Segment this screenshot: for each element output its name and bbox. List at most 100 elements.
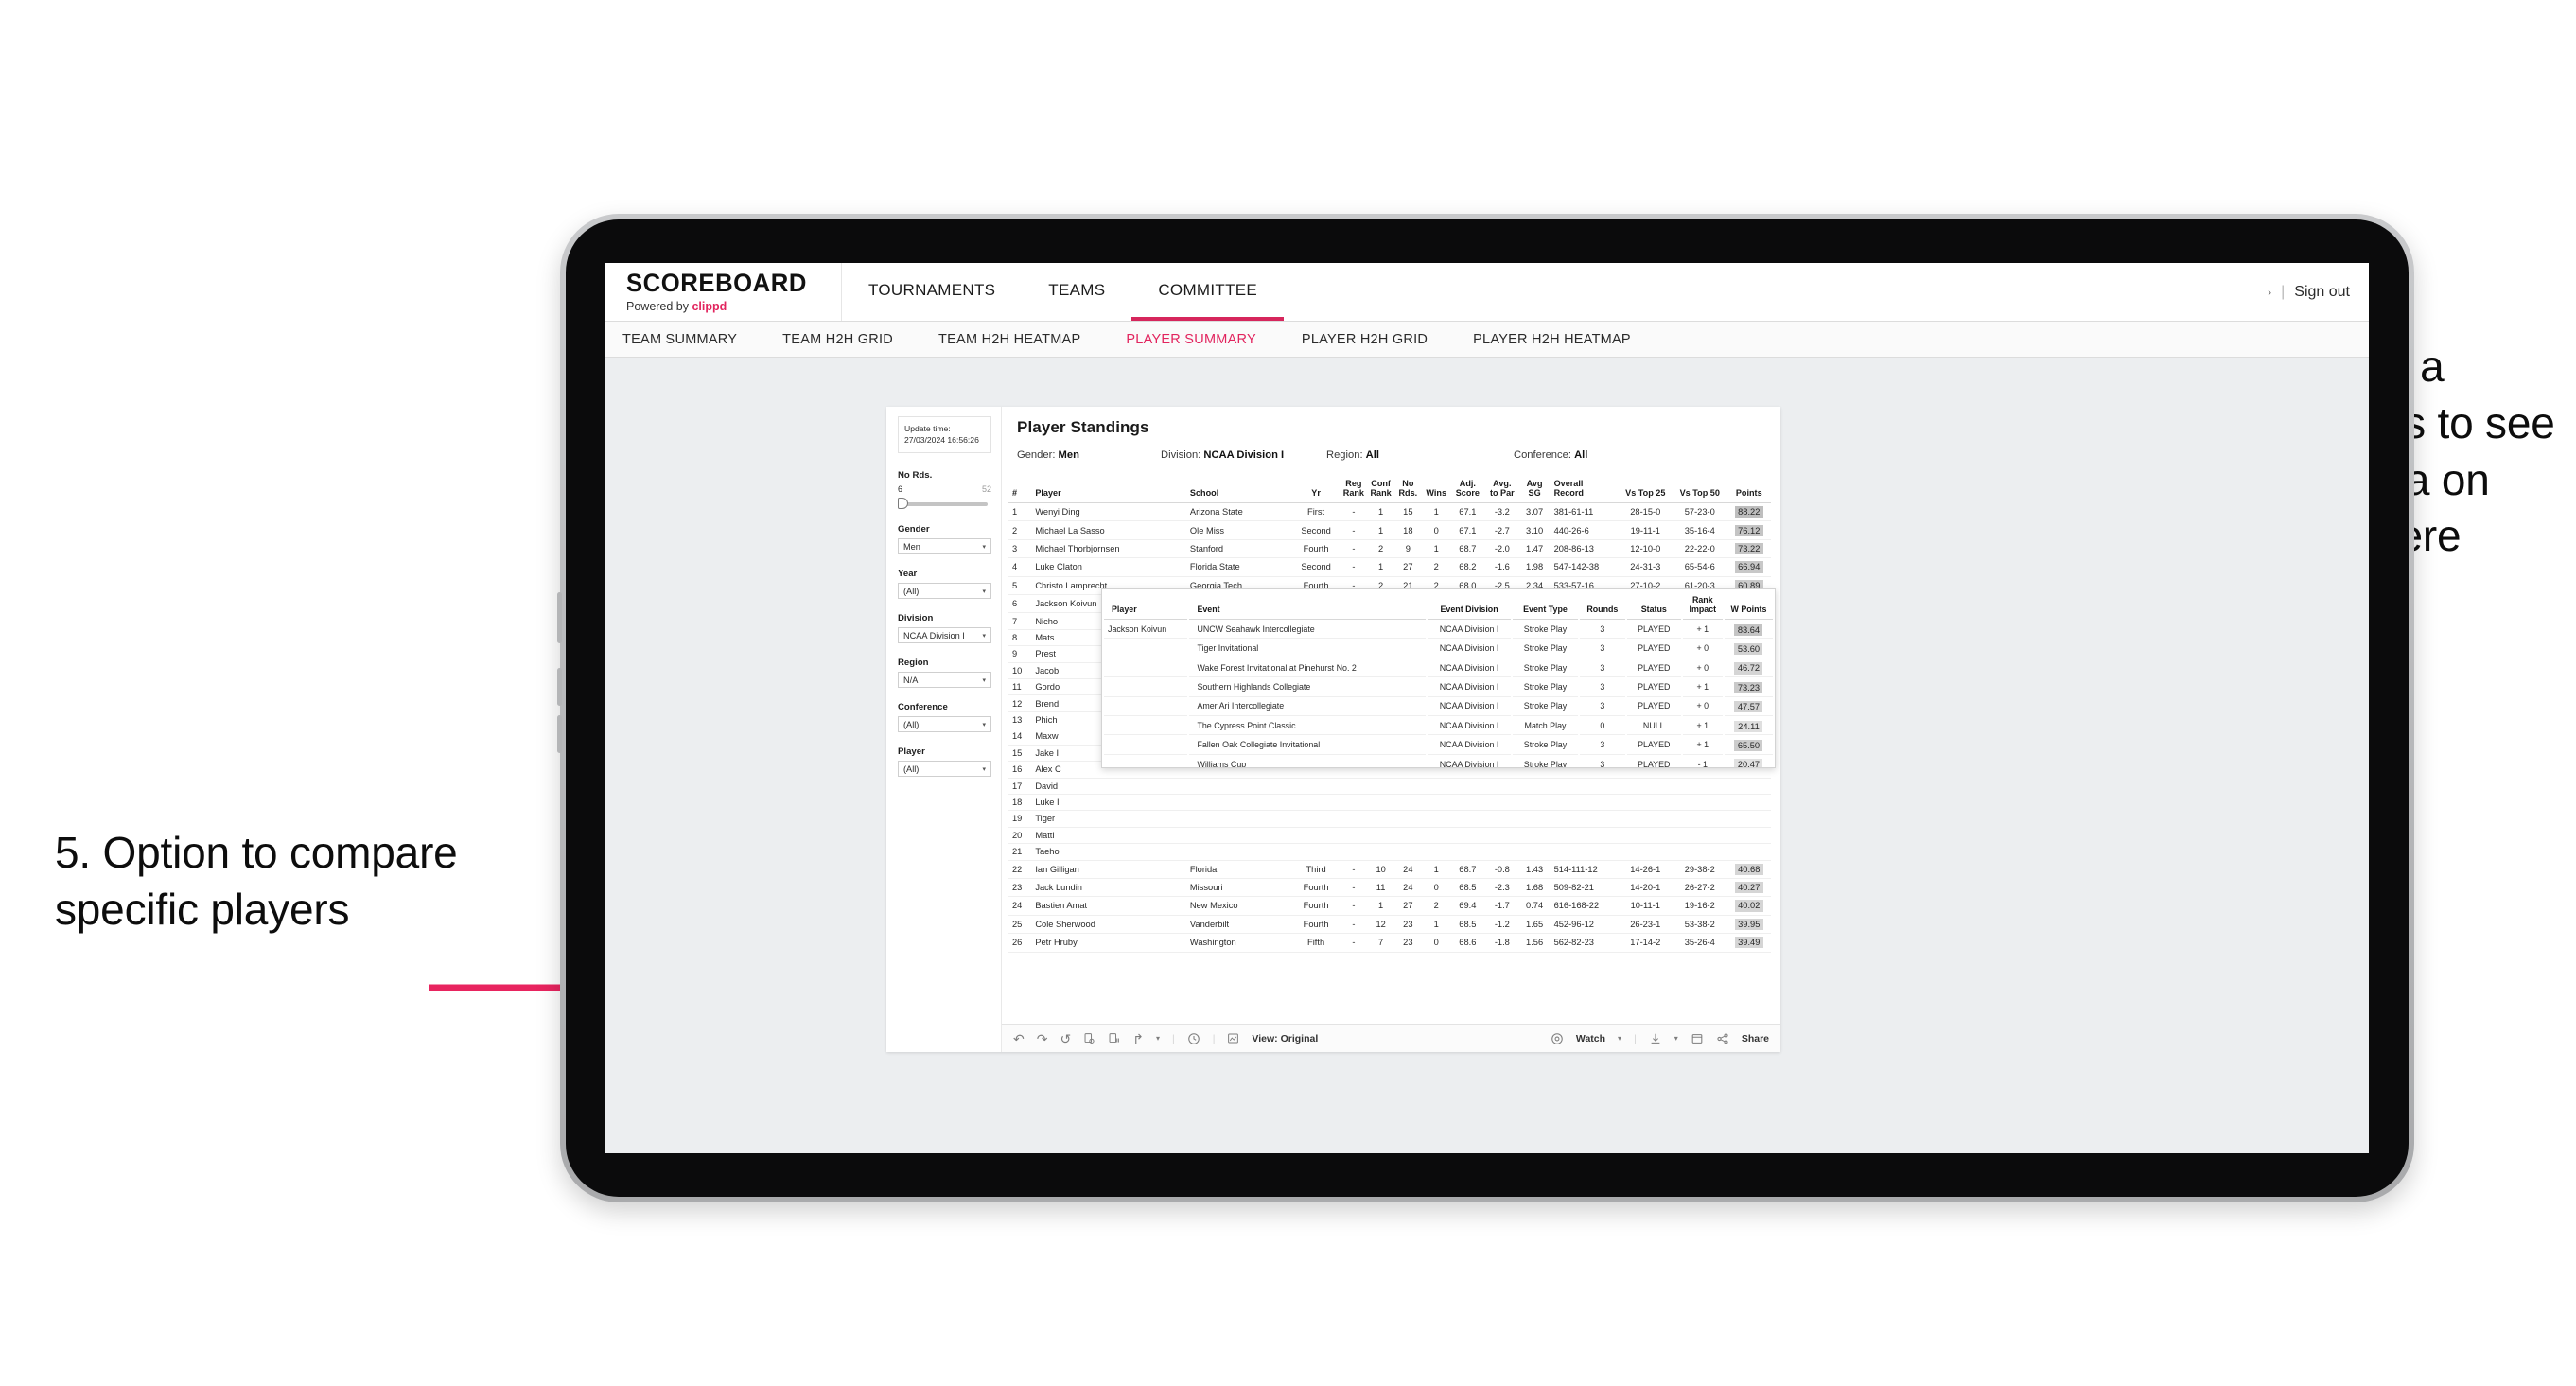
col-header-no-rds[interactable]: No Rds. <box>1393 475 1422 503</box>
points-value[interactable]: 76.12 <box>1734 524 1763 536</box>
tooltip-row: Amer Ari Intercollegiate NCAA Division IS… <box>1104 699 1773 716</box>
col-header-reg-rank[interactable]: Reg Rank <box>1340 475 1368 503</box>
subtab-team-summary[interactable]: TEAM SUMMARY <box>622 332 762 347</box>
points-value[interactable]: 66.94 <box>1734 561 1763 573</box>
download-icon[interactable] <box>1649 1032 1662 1045</box>
share-icon[interactable] <box>1716 1032 1729 1045</box>
tooltip-cell-points: 73.23 <box>1724 679 1773 697</box>
col-header-avg-sg[interactable]: Avg SG <box>1519 475 1550 503</box>
col-header-yr[interactable]: Yr <box>1291 475 1341 503</box>
cell-points: 39.95 <box>1726 915 1771 935</box>
col-header-conf-rank[interactable]: Conf Rank <box>1367 475 1394 503</box>
table-row[interactable]: 23 Jack Lundin Missouri Fourth -11 24 0 68.5 -2.… <box>1008 878 1771 898</box>
cell-reg: - <box>1340 896 1368 916</box>
redo-icon[interactable]: ↷ <box>1037 1032 1048 1045</box>
cell-n: 14 <box>1008 728 1031 746</box>
col-header-avg-to-par[interactable]: Avg. to Par <box>1484 475 1520 503</box>
account-chevron-icon[interactable]: › <box>2268 286 2271 299</box>
primary-nav: TOURNAMENTS TEAMS COMMITTEE <box>842 263 1285 321</box>
subtab-player-summary[interactable]: PLAYER SUMMARY <box>1126 332 1281 347</box>
tooltip-cell-rounds: 3 <box>1579 737 1625 755</box>
cell-player: Wenyi Ding <box>1030 502 1185 522</box>
download-caret-icon[interactable]: ▾ <box>1674 1034 1678 1043</box>
points-value[interactable]: 88.22 <box>1734 506 1763 518</box>
filter-gender-select[interactable]: Men ▾ <box>898 538 991 555</box>
filter-region-select[interactable]: N/A ▾ <box>898 672 991 689</box>
points-value[interactable]: 40.68 <box>1734 863 1763 875</box>
cell-reg: - <box>1340 520 1368 540</box>
watch-caret-icon[interactable]: ▾ <box>1618 1034 1621 1043</box>
col-header-overall-record[interactable]: Overall Record <box>1549 475 1619 503</box>
cell-pts <box>1726 778 1771 795</box>
filter-conference-select[interactable]: (All) ▾ <box>898 716 991 733</box>
share-label[interactable]: Share <box>1742 1033 1769 1044</box>
nav-tab-committee[interactable]: COMMITTEE <box>1131 263 1285 321</box>
cell-school: Ole Miss <box>1184 520 1292 540</box>
table-row[interactable]: 19 Tiger <box>1008 810 1771 828</box>
fullscreen-icon[interactable] <box>1691 1032 1704 1045</box>
table-row[interactable]: 18 Luke I <box>1008 794 1771 812</box>
table-row[interactable]: 22 Ian Gilligan Florida Third -10 24 1 68.7 -0.8… <box>1008 860 1771 879</box>
table-row[interactable]: 25 Cole Sherwood Vanderbilt Fourth -12 23 1 68.… <box>1008 915 1771 935</box>
points-value[interactable]: 39.95 <box>1734 918 1763 931</box>
table-row[interactable]: 4 Luke Claton Florida State Second -1 27 2 68.2… <box>1008 557 1771 577</box>
subtab-player-h2h-heatmap[interactable]: PLAYER H2H HEATMAP <box>1473 332 1656 347</box>
cell-conf <box>1367 778 1394 795</box>
table-row[interactable]: 21 Taeho <box>1008 843 1771 861</box>
tooltip-cell-type: Stroke Play <box>1513 660 1578 678</box>
points-value[interactable]: 73.22 <box>1734 542 1763 555</box>
caret-down-icon[interactable]: ▾ <box>1156 1034 1160 1043</box>
cell-conf <box>1367 827 1394 845</box>
filter-division-select[interactable]: NCAA Division I ▾ <box>898 627 991 644</box>
table-row[interactable]: 2 Michael La Sasso Ole Miss Second -1 18 0 67.1… <box>1008 520 1771 540</box>
cell-yr: Fourth <box>1291 878 1341 898</box>
cell-t50: 53-38-2 <box>1673 915 1727 935</box>
cell-n: 26 <box>1008 933 1031 953</box>
cell-player: Ian Gilligan <box>1030 860 1185 879</box>
alerts-icon[interactable] <box>1187 1032 1200 1045</box>
filter-year-select[interactable]: (All) ▾ <box>898 583 991 600</box>
table-row[interactable]: 24 Bastien Amat New Mexico Fourth -1 27 2 69.4-… <box>1008 896 1771 916</box>
table-row[interactable]: 17 David <box>1008 778 1771 795</box>
col-header-player[interactable]: Player <box>1030 475 1185 503</box>
table-row[interactable]: 26 Petr Hruby Washington Fifth -7 23 0 68.6 -1.8… <box>1008 933 1771 953</box>
undo-icon[interactable]: ↶ <box>1013 1032 1025 1045</box>
chevron-down-icon: ▾ <box>982 588 986 595</box>
subtab-team-h2h-grid[interactable]: TEAM H2H GRID <box>782 332 918 347</box>
col-header-points[interactable]: Points <box>1726 475 1771 503</box>
tooltip-cell-impact: + 1 <box>1682 718 1723 736</box>
watch-label[interactable]: Watch <box>1576 1033 1605 1044</box>
col-header-adj-score[interactable]: Adj. Score <box>1450 475 1485 503</box>
col-header-school[interactable]: School <box>1184 475 1292 503</box>
brand-logo[interactable]: SCOREBOARD Powered by clippd <box>605 263 843 321</box>
nav-tab-teams[interactable]: TEAMS <box>1022 263 1131 321</box>
table-row[interactable]: 20 Mattl <box>1008 827 1771 845</box>
filter-player-select[interactable]: (All) ▾ <box>898 761 991 778</box>
revert-icon[interactable]: ↺ <box>1060 1032 1071 1045</box>
sign-out-link[interactable]: Sign out <box>2294 284 2350 301</box>
cell-t25: 17-14-2 <box>1618 933 1674 953</box>
subtab-team-h2h-heatmap[interactable]: TEAM H2H HEATMAP <box>938 332 1105 347</box>
refresh-data-icon[interactable] <box>1083 1032 1095 1044</box>
slider-thumb[interactable] <box>898 498 908 510</box>
cell-par: -1.2 <box>1484 915 1520 935</box>
table-row[interactable]: 1 Wenyi Ding Arizona State First -1 15 1 67.1 -3… <box>1008 502 1771 522</box>
col-header-[interactable]: # <box>1008 475 1031 503</box>
tooltip-cell-event: Amer Ari Intercollegiate <box>1189 699 1426 716</box>
redo-arrow-icon[interactable]: ↱ <box>1132 1032 1144 1045</box>
points-value[interactable]: 39.49 <box>1734 937 1763 949</box>
nav-tab-tournaments[interactable]: TOURNAMENTS <box>842 263 1022 321</box>
view-label[interactable]: View: Original <box>1252 1033 1318 1044</box>
filter-no-rounds-slider[interactable] <box>898 497 991 510</box>
slide-canvas: 5. Option to compare specific players 4.… <box>0 0 2576 1386</box>
summary-region-label: Region: <box>1326 449 1363 461</box>
subtab-player-h2h-grid[interactable]: PLAYER H2H GRID <box>1302 332 1452 347</box>
table-row[interactable]: 3 Michael Thorbjornsen Stanford Fourth -2 9 1 6… <box>1008 539 1771 559</box>
points-value[interactable]: 40.27 <box>1734 882 1763 894</box>
col-header-vs-top-50[interactable]: Vs Top 50 <box>1673 475 1727 503</box>
col-header-wins[interactable]: Wins <box>1421 475 1451 503</box>
col-header-vs-top-25[interactable]: Vs Top 25 <box>1618 475 1674 503</box>
tooltip-cell-impact: + 1 <box>1682 737 1723 755</box>
points-value[interactable]: 40.02 <box>1734 900 1763 912</box>
pause-auto-updates-icon[interactable] <box>1108 1032 1120 1044</box>
